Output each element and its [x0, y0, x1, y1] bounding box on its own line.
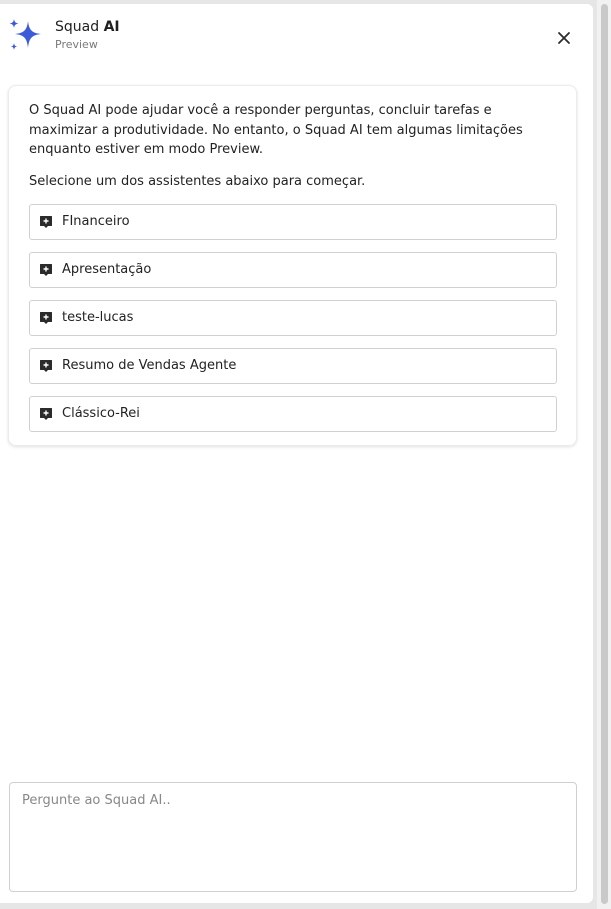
- assistant-label: Apresentação: [62, 262, 152, 277]
- chat-input[interactable]: [9, 782, 577, 892]
- assistant-label: Resumo de Vendas Agente: [62, 358, 237, 373]
- assistant-teste-lucas[interactable]: teste-lucas: [29, 300, 557, 336]
- select-prompt: Selecione um dos assistentes abaixo para…: [29, 174, 366, 189]
- assistant-apresentacao[interactable]: Apresentação: [29, 252, 557, 288]
- assistant-label: FInanceiro: [62, 214, 130, 229]
- squad-ai-panel: Squad AI Preview O Squad AI pode ajudar …: [0, 4, 593, 903]
- app-title: Squad AI: [55, 19, 120, 35]
- panel-header: Squad AI Preview: [0, 4, 593, 66]
- assistant-financeiro[interactable]: FInanceiro: [29, 204, 557, 240]
- intro-text: O Squad AI pode ajudar você a responder …: [29, 103, 523, 157]
- welcome-card: O Squad AI pode ajudar você a responder …: [8, 85, 577, 446]
- assistant-classico-rei[interactable]: Clássico-Rei: [29, 396, 557, 432]
- assistant-resumo-de-vendas[interactable]: Resumo de Vendas Agente: [29, 348, 557, 384]
- scrollbar[interactable]: [597, 0, 611, 909]
- close-icon[interactable]: [552, 26, 576, 50]
- assistant-label: teste-lucas: [62, 310, 134, 325]
- assistant-add-icon: [40, 408, 52, 420]
- app-subtitle: Preview: [55, 38, 98, 51]
- assistant-add-icon: [40, 216, 52, 228]
- assistant-add-icon: [40, 312, 52, 324]
- scrollbar-thumb[interactable]: [601, 4, 608, 904]
- assistant-add-icon: [40, 264, 52, 276]
- assistant-label: Clássico-Rei: [62, 406, 140, 421]
- assistant-add-icon: [40, 360, 52, 372]
- sparkles-icon: [9, 19, 41, 50]
